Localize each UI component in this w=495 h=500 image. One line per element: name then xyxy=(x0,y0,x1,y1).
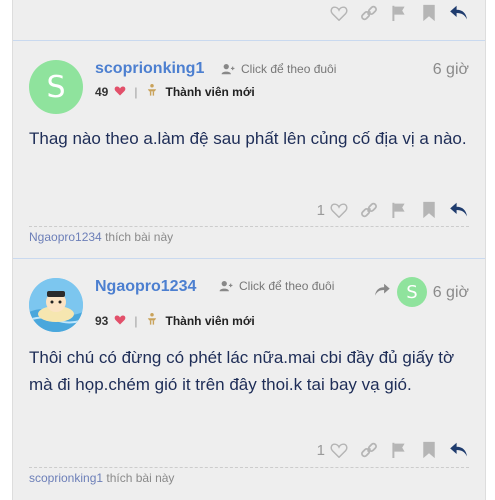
rank-icon xyxy=(145,312,159,329)
post-content-line: mà đi họp.chém gió it trên đây thoi.k ta… xyxy=(29,375,412,394)
avatar[interactable]: S xyxy=(29,60,83,114)
share-link-icon[interactable] xyxy=(359,200,379,220)
user-meta: 49 | Thành viên mới xyxy=(95,83,255,100)
avatar-letter: S xyxy=(46,69,66,105)
follow-button[interactable]: Click để theo đuôi xyxy=(219,279,334,293)
like-heart-icon[interactable] xyxy=(329,200,349,220)
like-heart-icon[interactable] xyxy=(329,440,349,460)
likes-suffix: thích bài này xyxy=(103,471,175,485)
post-actions: 1 xyxy=(317,439,469,461)
post-divider xyxy=(13,258,485,259)
like-count: 1 xyxy=(316,441,325,459)
rank-label: Thành viên mới xyxy=(165,313,255,328)
follow-label: Click để theo đuôi xyxy=(239,279,335,293)
rank-label: Thành viên mới xyxy=(165,84,255,99)
thread-container: S scoprionking1 Click để theo đuôi 6 giờ… xyxy=(12,0,486,500)
username[interactable]: Ngaopro1234 xyxy=(95,278,196,296)
follow-label: Click để theo đuôi xyxy=(241,62,337,76)
rank-icon xyxy=(145,83,159,100)
user-meta: 93 | Thành viên mới xyxy=(95,312,255,329)
bookmark-icon[interactable] xyxy=(419,200,439,220)
share-link-icon[interactable] xyxy=(359,440,379,460)
meta-divider: | xyxy=(134,84,138,99)
follow-user-icon xyxy=(219,279,233,293)
share-link-icon[interactable] xyxy=(359,3,379,23)
liker-link[interactable]: scoprionking1 xyxy=(29,471,103,485)
flag-icon[interactable] xyxy=(389,200,409,220)
reply-icon[interactable] xyxy=(449,3,469,23)
like-heart-icon[interactable] xyxy=(329,3,349,23)
reply-to-indicator[interactable]: S xyxy=(373,277,427,307)
post-time: 6 giờ xyxy=(432,61,469,78)
bookmark-icon[interactable] xyxy=(419,440,439,460)
meta-divider: | xyxy=(134,313,138,328)
heart-icon xyxy=(114,314,126,328)
follow-user-icon xyxy=(221,62,235,76)
likes-summary: scoprionking1 thích bài này xyxy=(29,467,469,485)
reply-to-letter: S xyxy=(406,281,418,303)
reply-icon[interactable] xyxy=(449,200,469,220)
avatar-image xyxy=(29,278,83,332)
flag-icon[interactable] xyxy=(389,440,409,460)
liker-link[interactable]: Ngaopro1234 xyxy=(29,230,102,244)
reply-to-avatar: S xyxy=(397,277,427,307)
bookmark-icon[interactable] xyxy=(419,3,439,23)
post-content: Thag nào theo a.làm đệ sau phất lên củng… xyxy=(29,129,467,148)
username[interactable]: scoprionking1 xyxy=(95,60,204,78)
likes-suffix: thích bài này xyxy=(101,230,174,244)
post-time: 6 giờ xyxy=(432,284,469,301)
reply-icon[interactable] xyxy=(449,440,469,460)
like-count: 1 xyxy=(316,201,325,219)
likes-summary: Ngaopro1234 thích bài này xyxy=(29,226,469,244)
post-content-line: Thôi chú có đừng có phét lác nữa.mai cbi… xyxy=(29,348,455,367)
reputation-count: 49 xyxy=(95,84,109,99)
post-content: Thôi chú có đừng có phét lác nữa.mai cbi… xyxy=(29,344,454,398)
flag-icon[interactable] xyxy=(389,3,409,23)
reputation-count: 93 xyxy=(95,313,109,328)
avatar[interactable] xyxy=(29,278,83,332)
follow-button[interactable]: Click để theo đuôi xyxy=(221,62,336,76)
heart-icon xyxy=(114,85,126,99)
post-divider xyxy=(13,40,485,41)
reply-arrow-icon xyxy=(373,283,391,302)
post-actions: 1 xyxy=(317,199,469,221)
prev-post-actions xyxy=(329,2,469,24)
